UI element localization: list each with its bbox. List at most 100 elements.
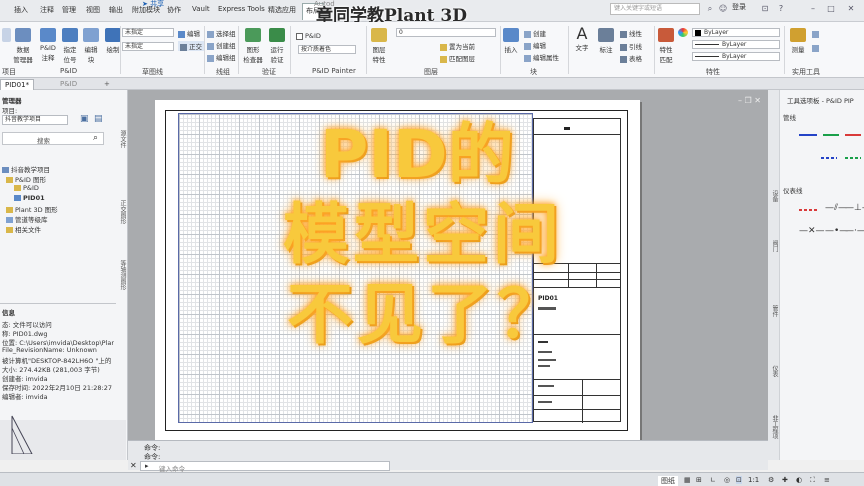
measure-button[interactable]: 测量 bbox=[788, 28, 808, 54]
line-type-dropdown-1[interactable]: 未指定 bbox=[122, 28, 174, 37]
new-tab-button[interactable]: + bbox=[100, 79, 114, 90]
color-wheel-icon[interactable] bbox=[678, 28, 688, 37]
graphic-checker-button[interactable]: 图形 检查器 bbox=[241, 28, 265, 64]
tree-item-pid-folder[interactable]: P&ID bbox=[14, 184, 39, 192]
palette-tab-fittings[interactable]: 管件 bbox=[770, 305, 779, 317]
ribbon-prev-button[interactable] bbox=[0, 28, 12, 44]
linetype-dropdown[interactable]: ByLayer bbox=[692, 40, 780, 49]
snap-toggle-icon[interactable]: ⊞ bbox=[696, 476, 702, 484]
linear-button[interactable]: 线性 bbox=[620, 28, 642, 38]
command-close-icon[interactable]: ✕ bbox=[130, 461, 137, 470]
cart-icon[interactable]: ⊡ bbox=[760, 4, 770, 14]
text-button[interactable]: A 文字 bbox=[572, 26, 592, 53]
line-tool-dashed-2[interactable] bbox=[845, 157, 861, 159]
ortho-toggle-icon[interactable]: ∟ bbox=[710, 476, 716, 484]
match-properties-button[interactable]: 特性 匹配 bbox=[656, 28, 676, 64]
login-button[interactable]: 登录 bbox=[732, 2, 746, 12]
scale-label[interactable]: 1:1 bbox=[748, 476, 759, 484]
search-input[interactable]: 键入关键字或短语 bbox=[610, 3, 700, 15]
tree-item-pid-drawings[interactable]: P&ID 图形 bbox=[6, 174, 46, 184]
tab-pid[interactable]: P&ID bbox=[56, 79, 81, 90]
insert-button[interactable]: 插入 bbox=[502, 28, 520, 54]
menu-output[interactable]: 输出 bbox=[109, 5, 123, 15]
instrument-line-software[interactable]: —·— bbox=[845, 226, 864, 236]
pid-annotate-button[interactable]: P&ID 注释 bbox=[37, 28, 59, 62]
tree-item-related[interactable]: 相关文件 bbox=[6, 224, 41, 234]
layer-dropdown[interactable]: 0 bbox=[396, 28, 496, 37]
menu-insert[interactable]: 插入 bbox=[14, 5, 28, 15]
instrument-line-pneumatic[interactable] bbox=[799, 209, 817, 211]
instrument-line-capillary[interactable]: —⫽— bbox=[825, 203, 847, 213]
edit-line-button[interactable]: 编辑 bbox=[178, 28, 200, 38]
minimize-icon[interactable]: – bbox=[808, 4, 818, 14]
select-group-button[interactable]: 选择组 bbox=[207, 28, 236, 38]
menu-annotate[interactable]: 注释 bbox=[40, 5, 54, 15]
paper-space-toggle[interactable]: 图纸 bbox=[658, 476, 678, 486]
instrument-line-electric[interactable]: —✕— bbox=[799, 226, 825, 236]
side-tab-ortho[interactable]: 正交图形 bbox=[118, 200, 127, 224]
set-current-button[interactable]: 置为当前 bbox=[440, 41, 475, 51]
search-icon[interactable]: ⌕ bbox=[93, 133, 98, 143]
edit-group-button[interactable]: 编辑组 bbox=[207, 52, 236, 62]
open-folder-icon[interactable]: ▤ bbox=[94, 114, 103, 124]
layer-properties-button[interactable]: 图层 特性 bbox=[368, 28, 390, 64]
data-manager-button[interactable]: 数据 管理器 bbox=[12, 28, 34, 64]
tree-item-project[interactable]: 抖音教学项目 bbox=[2, 164, 50, 174]
color-dropdown[interactable]: ByLayer bbox=[692, 28, 780, 37]
osnap-toggle-icon[interactable]: ⊡ bbox=[736, 476, 742, 484]
edit-attributes-button[interactable]: 编辑属性 bbox=[524, 52, 559, 62]
side-tab-iso[interactable]: 等轴测图形 bbox=[118, 260, 127, 290]
annotation-icon[interactable]: ✚ bbox=[782, 476, 788, 484]
viewport-controls[interactable]: – ❐ ✕ bbox=[738, 96, 761, 105]
tree-item-plant3d[interactable]: Plant 3D 图形 bbox=[6, 204, 58, 214]
side-tab-source[interactable]: 源文件 bbox=[118, 130, 127, 148]
close-icon[interactable]: ✕ bbox=[846, 4, 856, 14]
menu-collaborate[interactable]: 协作 bbox=[167, 5, 181, 15]
polar-toggle-icon[interactable]: ◎ bbox=[724, 476, 730, 484]
line-type-dropdown-2[interactable]: 未指定 bbox=[122, 42, 174, 51]
ortho-toggle[interactable]: 正交 bbox=[178, 41, 204, 51]
instrument-line-hydraulic[interactable]: —⊥— bbox=[845, 203, 864, 213]
help-icon[interactable]: ? bbox=[776, 4, 786, 14]
utility-small-1[interactable] bbox=[812, 30, 821, 38]
pid-checkbox[interactable]: P&ID bbox=[296, 32, 321, 40]
isolate-icon[interactable]: ◐ bbox=[796, 476, 802, 484]
project-setup-icon[interactable]: ▣ bbox=[80, 114, 89, 124]
create-group-button[interactable]: 创建组 bbox=[207, 40, 236, 50]
palette-tab-valves[interactable]: 阀门 bbox=[770, 240, 779, 252]
line-tool-dashed[interactable] bbox=[821, 157, 837, 159]
utility-small-2[interactable] bbox=[812, 44, 821, 52]
table-button[interactable]: 表格 bbox=[620, 53, 642, 63]
project-dropdown[interactable]: 抖音教学项目 bbox=[2, 115, 68, 125]
lineweight-dropdown[interactable]: ByLayer bbox=[692, 52, 780, 61]
edit-block-small-button[interactable]: 编辑 bbox=[524, 40, 546, 50]
search-icon[interactable]: ⌕ bbox=[705, 4, 715, 14]
maximize-icon[interactable]: □ bbox=[826, 4, 836, 14]
palette-tab-non-engineering[interactable]: 非工程项 bbox=[770, 415, 779, 439]
customize-icon[interactable]: ≡ bbox=[824, 476, 830, 484]
menu-featured-apps[interactable]: 精选应用 bbox=[268, 5, 296, 15]
share-button[interactable]: ➤ 共享 bbox=[142, 0, 164, 9]
leader-button[interactable]: 引线 bbox=[620, 41, 642, 51]
menu-vault[interactable]: Vault bbox=[192, 5, 210, 13]
color-by-dropdown[interactable]: 按介质着色 bbox=[298, 45, 356, 54]
grid-toggle-icon[interactable]: ▦ bbox=[684, 476, 691, 484]
dimension-button[interactable]: 标注 bbox=[596, 28, 616, 54]
assign-tag-button[interactable]: 指定 位号 bbox=[59, 28, 81, 64]
palette-tab-instruments[interactable]: 仪表 bbox=[770, 365, 779, 377]
fullscreen-icon[interactable]: ⛶ bbox=[810, 476, 815, 485]
match-layer-button[interactable]: 匹配图层 bbox=[440, 53, 475, 63]
search-field[interactable]: 搜索 ⌕ bbox=[2, 132, 104, 145]
workspace-gear-icon[interactable]: ⚙ bbox=[768, 476, 774, 484]
menu-express-tools[interactable]: Express Tools bbox=[218, 5, 265, 13]
tree-item-pid01[interactable]: PID01 bbox=[14, 194, 45, 202]
line-tool-tertiary[interactable] bbox=[845, 134, 861, 136]
line-tool-secondary[interactable] bbox=[823, 134, 839, 136]
tree-item-spec[interactable]: 管道等级库 bbox=[6, 214, 48, 224]
palette-tab-equipment[interactable]: 设备 bbox=[770, 190, 779, 202]
run-validation-button[interactable]: 运行 验证 bbox=[266, 28, 288, 64]
menu-view[interactable]: 视图 bbox=[86, 5, 100, 15]
line-tool-major[interactable] bbox=[799, 134, 817, 136]
create-block-button[interactable]: 创建 bbox=[524, 28, 546, 38]
menu-manage[interactable]: 管理 bbox=[62, 5, 76, 15]
